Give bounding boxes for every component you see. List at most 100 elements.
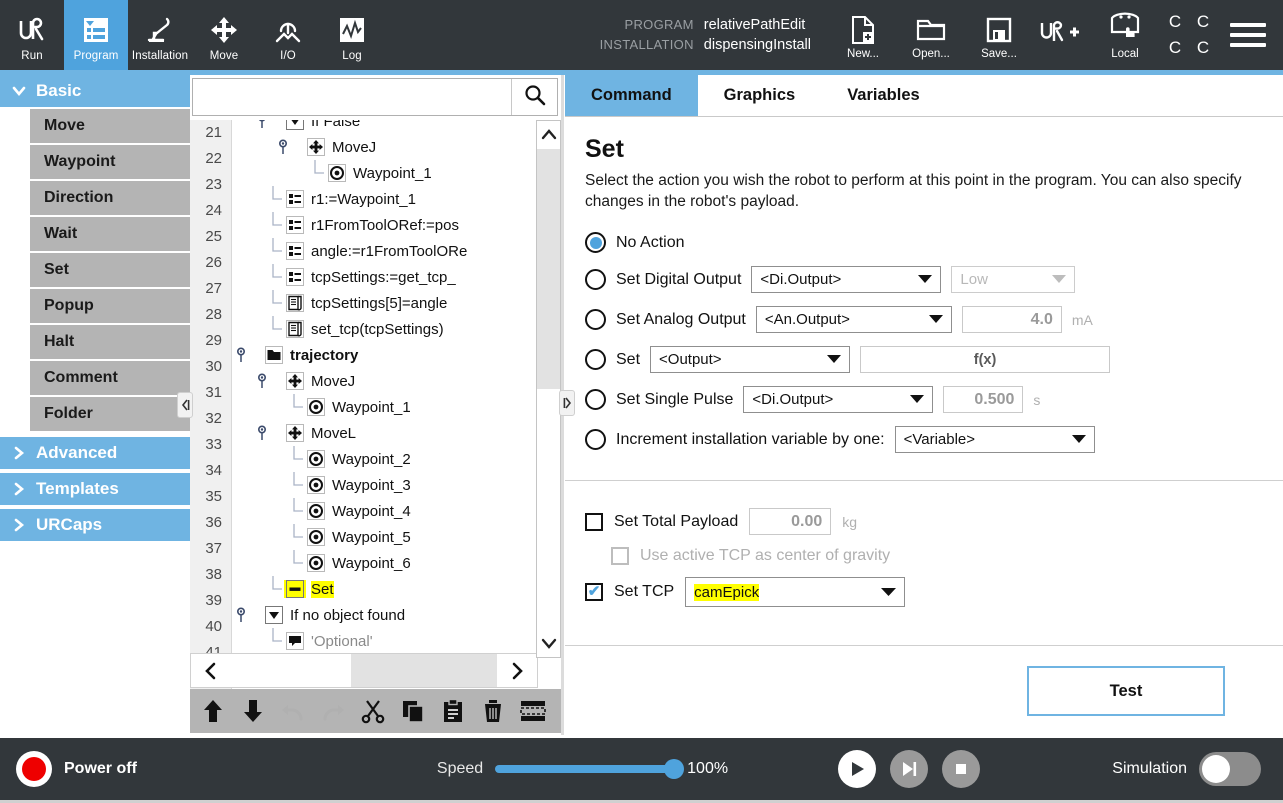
nav-tab-move[interactable]: Move — [192, 0, 256, 70]
undo-button[interactable] — [274, 692, 312, 730]
tree-node[interactable]: MoveJ — [233, 368, 539, 394]
redo-button[interactable] — [314, 692, 352, 730]
breakpoint-marker-icon[interactable] — [254, 217, 270, 233]
sidebar-item-move[interactable]: Move — [30, 109, 190, 145]
breakpoint-marker-icon[interactable] — [254, 425, 270, 441]
radio-increment-variable[interactable] — [585, 429, 606, 450]
sidebar-item-set[interactable]: Set — [30, 253, 190, 289]
save-button[interactable]: Save... — [965, 0, 1033, 70]
breakpoint-marker-icon[interactable] — [254, 581, 270, 597]
breakpoint-marker-icon[interactable] — [275, 503, 291, 519]
tree-horizontal-scrollbar[interactable] — [190, 653, 538, 688]
variable-select[interactable]: <Variable> — [894, 426, 1095, 453]
test-button[interactable]: Test — [1027, 666, 1225, 716]
speed-slider-knob[interactable] — [664, 759, 685, 779]
breakpoint-marker-icon[interactable] — [254, 633, 270, 649]
total-payload-value[interactable]: 0.00 — [749, 508, 832, 535]
cut-button[interactable] — [354, 692, 392, 730]
option-set-digital-output[interactable]: Set Digital Output <Di.Output> Low — [585, 266, 1263, 293]
tree-node[interactable]: trajectory — [233, 342, 539, 368]
scroll-right-button[interactable] — [497, 654, 537, 687]
digital-output-level-select[interactable]: Low — [951, 266, 1076, 293]
breakpoint-marker-icon[interactable] — [254, 295, 270, 311]
scroll-down-button[interactable] — [537, 629, 560, 657]
nav-tab-log[interactable]: Log — [320, 0, 384, 70]
tree-node[interactable]: Waypoint_4 — [233, 498, 539, 524]
tcp-select[interactable]: camEpick — [685, 577, 906, 607]
search-input[interactable] — [193, 79, 511, 115]
delete-button[interactable] — [474, 692, 512, 730]
radio-set-single-pulse[interactable] — [585, 389, 606, 410]
tree-node[interactable]: Waypoint_5 — [233, 524, 539, 550]
pulse-duration-value[interactable]: 0.500 — [943, 386, 1024, 413]
tab-graphics[interactable]: Graphics — [698, 75, 822, 116]
scrollbar-thumb[interactable] — [537, 149, 560, 389]
breakpoint-marker-icon[interactable] — [296, 165, 312, 181]
speed-slider[interactable] — [495, 759, 685, 779]
option-set-single-pulse[interactable]: Set Single Pulse <Di.Output> 0.500 s — [585, 386, 1263, 413]
tree-node[interactable]: Set — [233, 576, 539, 602]
open-button[interactable]: Open... — [897, 0, 965, 70]
radio-set-output-expression[interactable] — [585, 349, 606, 370]
tab-command[interactable]: Command — [565, 75, 698, 116]
nav-tab-program[interactable]: Program — [64, 0, 128, 70]
simulation-toggle[interactable] — [1199, 752, 1261, 786]
tree-node[interactable]: 'Optional' — [233, 628, 539, 654]
analog-output-select[interactable]: <An.Output> — [755, 306, 952, 333]
stop-button[interactable] — [942, 750, 981, 788]
safety-status-indicators[interactable]: C C C C — [1161, 9, 1217, 61]
local-mode-button[interactable]: Local — [1093, 11, 1157, 60]
tree-node[interactable]: MoveL — [233, 420, 539, 446]
tab-variables[interactable]: Variables — [821, 75, 945, 116]
scroll-left-button[interactable] — [191, 654, 231, 687]
digital-output-select[interactable]: <Di.Output> — [751, 266, 942, 293]
set-tcp-checkbox[interactable] — [585, 583, 603, 601]
option-set-analog-output[interactable]: Set Analog Output <An.Output> 4.0 mA — [585, 306, 1263, 333]
sidebar-group-templates[interactable]: Templates — [0, 473, 190, 505]
radio-set-analog-output[interactable] — [585, 309, 606, 330]
tree-vertical-scrollbar[interactable] — [536, 120, 561, 658]
breakpoint-marker-icon[interactable] — [254, 321, 270, 337]
tree-node[interactable]: angle:=r1FromToolORe — [233, 238, 539, 264]
tree-node[interactable]: set_tcp(tcpSettings) — [233, 316, 539, 342]
pulse-output-select[interactable]: <Di.Output> — [743, 386, 934, 413]
new-button[interactable]: New... — [829, 0, 897, 70]
scrollbar-track[interactable] — [537, 149, 560, 629]
breakpoint-marker-icon[interactable] — [254, 269, 270, 285]
breakpoint-marker-icon[interactable] — [275, 399, 291, 415]
breakpoint-marker-icon[interactable] — [233, 607, 249, 623]
breakpoint-marker-icon[interactable] — [275, 477, 291, 493]
hscroll-track[interactable] — [231, 654, 497, 687]
nav-tab-io[interactable]: I/O — [256, 0, 320, 70]
sidebar-item-folder[interactable]: Folder — [30, 397, 190, 433]
sidebar-group-urcaps[interactable]: URCaps — [0, 509, 190, 541]
play-button[interactable] — [838, 750, 877, 788]
paste-button[interactable] — [434, 692, 472, 730]
tree-node[interactable]: If no object found — [233, 602, 539, 628]
sidebar-item-popup[interactable]: Popup — [30, 289, 190, 325]
breakpoint-marker-icon[interactable] — [254, 373, 270, 389]
power-control[interactable]: Power off — [0, 751, 137, 787]
tree-node[interactable]: tcpSettings[5]=angle — [233, 290, 539, 316]
output-select[interactable]: <Output> — [650, 346, 851, 373]
nav-tab-run[interactable]: Run — [0, 0, 64, 70]
nav-tab-installation[interactable]: Installation — [128, 0, 192, 70]
option-set-output-expression[interactable]: Set <Output> f(x) — [585, 346, 1263, 373]
hscroll-thumb[interactable] — [350, 654, 497, 687]
copy-button[interactable] — [394, 692, 432, 730]
sidebar-group-advanced[interactable]: Advanced — [0, 437, 190, 469]
hamburger-menu-icon[interactable] — [1221, 9, 1275, 61]
tree-node[interactable]: Waypoint_6 — [233, 550, 539, 576]
search-button[interactable] — [511, 79, 557, 115]
analog-output-value[interactable]: 4.0 — [961, 306, 1062, 333]
expression-field[interactable]: f(x) — [860, 346, 1111, 373]
step-button[interactable] — [890, 750, 929, 788]
tree-node[interactable]: Waypoint_1 — [233, 394, 539, 420]
breakpoint-marker-icon[interactable] — [275, 555, 291, 571]
sidebar-group-basic[interactable]: Basic — [0, 75, 190, 107]
total-payload-checkbox[interactable] — [585, 512, 603, 531]
tree-node[interactable]: MoveJ — [233, 134, 539, 160]
tree-node[interactable]: Waypoint_1 — [233, 160, 539, 186]
option-increment-variable[interactable]: Increment installation variable by one: … — [585, 426, 1263, 453]
tree-panel-resize-handle[interactable] — [559, 390, 575, 416]
